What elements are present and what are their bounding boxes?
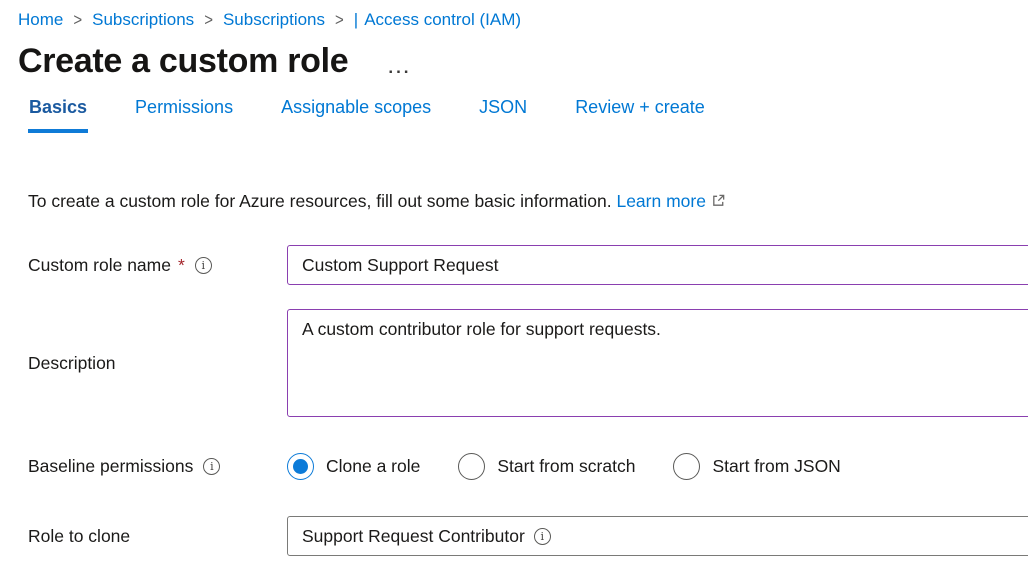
radio-label: Start from scratch [497,456,635,477]
breadcrumb-item-home[interactable]: Home [18,10,63,30]
chevron-right-icon: > [204,10,213,30]
tab-permissions[interactable]: Permissions [134,97,234,133]
role-to-clone-label-group: Role to clone [28,526,287,547]
breadcrumb-current-page: Access control (IAM) [364,10,521,30]
radio-option-start-from-scratch[interactable]: Start from scratch [458,453,635,480]
breadcrumb-item-subscriptions-2[interactable]: Subscriptions [223,10,325,30]
description-row: Description A custom contributor role fo… [28,309,1028,417]
role-to-clone-label: Role to clone [28,526,130,547]
baseline-permissions-label-group: Baseline permissions i [28,456,287,477]
role-to-clone-value: Support Request Contributor [302,526,525,547]
learn-more-label: Learn more [616,191,706,211]
info-icon[interactable]: i [203,458,220,475]
breadcrumb-pipe-icon: | [354,10,358,30]
learn-more-link[interactable]: Learn more [616,191,726,211]
info-icon[interactable]: i [195,257,212,274]
radio-button-icon[interactable] [673,453,700,480]
breadcrumb-item-subscriptions[interactable]: Subscriptions [92,10,194,30]
role-to-clone-row: Role to clone Support Request Contributo… [28,516,1028,556]
custom-role-name-input[interactable] [287,245,1028,285]
chevron-right-icon: > [335,10,344,30]
radio-button-icon[interactable] [458,453,485,480]
page-title: Create a custom role [18,42,348,81]
basics-form: Custom role name * i Description A custo… [0,212,1028,556]
baseline-permissions-radio-group: Clone a role Start from scratch Start fr… [287,453,1028,480]
intro-sentence: To create a custom role for Azure resour… [28,191,612,211]
radio-option-start-from-json[interactable]: Start from JSON [673,453,840,480]
chevron-right-icon: > [73,10,82,30]
radio-option-clone-a-role[interactable]: Clone a role [287,453,420,480]
external-link-icon [711,193,726,208]
tab-assignable-scopes[interactable]: Assignable scopes [280,97,432,133]
custom-role-name-label: Custom role name [28,255,171,276]
tab-basics[interactable]: Basics [28,97,88,133]
role-to-clone-field[interactable]: Support Request Contributor i [287,516,1028,556]
tab-review-create[interactable]: Review + create [574,97,706,133]
tab-bar: Basics Permissions Assignable scopes JSO… [0,81,1028,133]
baseline-permissions-row: Baseline permissions i Clone a role Star… [28,453,1028,480]
required-asterisk: * [178,255,185,276]
tab-json[interactable]: JSON [478,97,528,133]
intro-text: To create a custom role for Azure resour… [0,133,1028,212]
description-label-group: Description [28,353,287,374]
breadcrumb: Home > Subscriptions > Subscriptions > |… [0,0,1028,30]
radio-button-icon[interactable] [287,453,314,480]
custom-role-name-row: Custom role name * i [28,245,1028,285]
description-textarea[interactable]: A custom contributor role for support re… [287,309,1028,417]
page-header: Create a custom role ... [0,30,1028,81]
radio-label: Clone a role [326,456,420,477]
custom-role-name-label-group: Custom role name * i [28,255,287,276]
info-icon[interactable]: i [534,528,551,545]
baseline-permissions-label: Baseline permissions [28,456,193,477]
description-label: Description [28,353,116,374]
radio-label: Start from JSON [712,456,840,477]
more-options-button[interactable]: ... [388,63,411,73]
